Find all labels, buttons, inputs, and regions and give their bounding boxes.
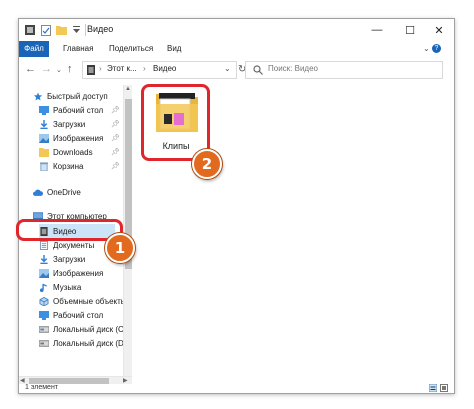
video-folder-icon [87, 65, 95, 75]
tab-file[interactable]: Файл [19, 41, 49, 57]
pin-icon: 📌︎ [111, 135, 120, 142]
3d-objects-icon [39, 296, 49, 306]
highlight-video-sidebar [16, 219, 123, 241]
downloads-icon [40, 119, 48, 129]
sidebar-item-label: Рабочий стол [53, 105, 104, 115]
tab-view[interactable]: Вид [161, 41, 187, 57]
sidebar-item-pictures-pc[interactable]: Изображения [39, 266, 123, 280]
maximize-button[interactable]: ☐ [395, 19, 425, 41]
close-button[interactable]: ✕ [424, 19, 454, 41]
scroll-up-icon[interactable]: ▲ [125, 86, 131, 92]
cloud-icon [33, 189, 43, 196]
breadcrumb-separator: › [143, 64, 146, 73]
sidebar-item-quick-access[interactable]: Быстрый доступ [33, 89, 123, 103]
window-title: Видео [87, 24, 114, 34]
minimize-button[interactable]: — [362, 19, 392, 41]
address-bar[interactable]: › Этот к... › Видео ⌄ [82, 61, 237, 79]
sidebar-item-label: Быстрый доступ [47, 91, 108, 101]
app-icon [25, 25, 35, 35]
quick-access-toolbar [25, 23, 90, 37]
pictures-icon [39, 268, 49, 278]
tab-home[interactable]: Главная [57, 41, 99, 57]
address-dropdown-icon[interactable]: ⌄ [224, 64, 231, 73]
sidebar-item-label: Рабочий стол [53, 310, 104, 320]
explorer-window: Видео — ☐ ✕ Файл Главная Поделиться Вид … [18, 18, 455, 394]
sidebar-item-label: Музыка [53, 282, 82, 292]
status-bar: 1 элемент [19, 383, 454, 393]
sidebar-item-label: Downloads [53, 147, 93, 157]
sidebar-item-recycle-bin[interactable]: Корзина 📌︎ [39, 159, 123, 173]
scroll-left-icon[interactable]: ◀ [20, 377, 25, 384]
search-icon [253, 65, 263, 75]
step-badge-1: 1 [105, 233, 135, 263]
sidebar-item-label: Локальный диск (D [53, 338, 123, 348]
sidebar-item-desktop-pc[interactable]: Рабочий стол [39, 308, 123, 322]
recycle-bin-icon [39, 161, 49, 171]
sidebar-item-music[interactable]: Музыка [39, 280, 123, 294]
back-arrow-icon[interactable]: ← [25, 63, 36, 75]
tab-share[interactable]: Поделиться [103, 41, 159, 57]
sidebar-item-downloads-folder[interactable]: Downloads 📌︎ [39, 145, 123, 159]
music-icon [39, 283, 47, 292]
breadcrumb-this-pc[interactable]: Этот к... [107, 64, 137, 73]
up-arrow-icon[interactable]: ↑ [67, 63, 73, 75]
sidebar-item-label: Объемные объекты [53, 296, 123, 306]
pin-icon: 📌︎ [111, 121, 120, 128]
sidebar-item-label: Корзина [53, 161, 84, 171]
sidebar-item-label: Загрузки [53, 254, 86, 264]
forward-arrow-icon[interactable]: → [41, 63, 52, 75]
search-input[interactable]: Поиск: Видео [245, 61, 443, 79]
new-folder-icon[interactable] [56, 25, 67, 35]
sidebar-item-onedrive[interactable]: OneDrive [33, 185, 123, 199]
pin-icon: 📌︎ [111, 149, 120, 156]
breadcrumb-separator: › [99, 64, 102, 73]
drive-icon [39, 339, 49, 347]
pin-icon: 📌︎ [111, 107, 120, 114]
breadcrumb-video[interactable]: Видео [153, 64, 176, 73]
sidebar-item-label: Документы [53, 240, 95, 250]
sidebar-item-desktop[interactable]: Рабочий стол 📌︎ [39, 103, 123, 117]
star-icon [33, 91, 43, 100]
sidebar-item-label: Изображения [53, 268, 104, 278]
customize-toolbar-icon[interactable] [73, 26, 80, 34]
address-row: ← → ⌄ ↑ › Этот к... › Видео ⌄ ↻ Поиск: В… [19, 57, 454, 83]
large-icons-view-icon[interactable] [440, 384, 448, 393]
recent-locations-icon[interactable]: ⌄ [56, 66, 62, 74]
sidebar-item-label: Локальный диск (C [53, 324, 123, 334]
sidebar-item-3d-objects[interactable]: Объемные объекты [39, 294, 123, 308]
sidebar-item-pictures[interactable]: Изображения 📌︎ [39, 131, 123, 145]
search-placeholder: Поиск: Видео [268, 64, 318, 73]
folder-icon [39, 147, 49, 157]
pin-icon: 📌︎ [111, 163, 120, 170]
documents-icon [39, 240, 49, 250]
downloads-icon [40, 254, 48, 264]
sidebar-item-label: Изображения [53, 133, 104, 143]
sidebar-item-downloads[interactable]: Загрузки 📌︎ [39, 117, 123, 131]
title-bar: Видео — ☐ ✕ [19, 19, 454, 41]
step-badge-2: 2 [192, 149, 222, 179]
item-count: 1 элемент [25, 384, 59, 391]
desktop-folder-icon [39, 310, 49, 320]
drive-icon [39, 325, 49, 333]
help-button[interactable]: ? [432, 44, 441, 53]
ribbon-tabs: Файл Главная Поделиться Вид ⌄ ? [19, 41, 454, 58]
pictures-icon [39, 133, 49, 143]
scroll-right-icon[interactable]: ▶ [123, 377, 128, 384]
sidebar-item-label: OneDrive [47, 187, 81, 197]
details-view-icon[interactable] [428, 383, 438, 393]
sidebar-item-label: Загрузки [53, 119, 86, 129]
sidebar-item-drive-c[interactable]: Локальный диск (C [39, 322, 123, 336]
properties-icon[interactable] [41, 24, 51, 36]
sidebar-item-drive-d[interactable]: Локальный диск (D [39, 336, 123, 350]
desktop-folder-icon [39, 105, 49, 115]
